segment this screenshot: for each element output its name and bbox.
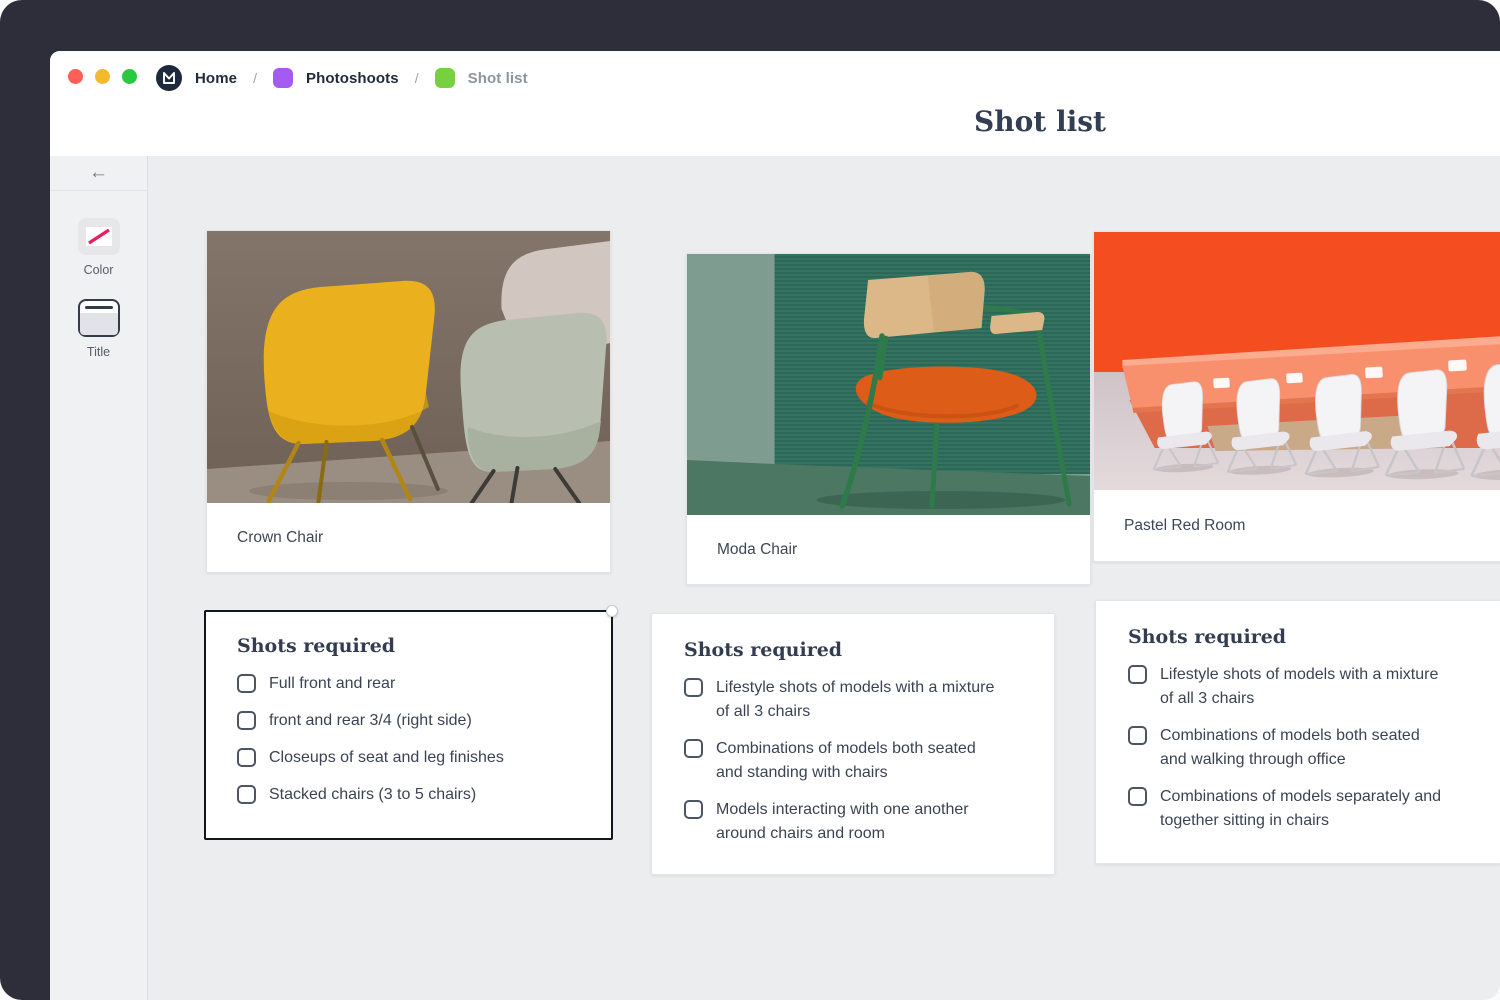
app-window: Home / Photoshoots / Shot list Shot list…	[50, 51, 1500, 1000]
breadcrumb-separator: /	[250, 70, 260, 86]
resize-handle[interactable]	[606, 605, 618, 617]
image-card-caption: Pastel Red Room	[1094, 490, 1500, 561]
checklist-item-label: Combinations of models both seated and s…	[716, 737, 1002, 785]
breadcrumb: Home / Photoshoots / Shot list	[156, 64, 528, 92]
pastel-red-room-photo	[1094, 232, 1500, 490]
checklist-card-moda[interactable]: Shots required Lifestyle shots of models…	[651, 613, 1055, 875]
checklist-item: Closeups of seat and leg finishes	[237, 746, 583, 770]
color-tool-icon	[78, 218, 120, 255]
checklist-title: Shots required	[237, 635, 583, 657]
checklist-item-label: Combinations of models separately and to…	[1160, 785, 1446, 833]
title-tool-icon	[78, 299, 120, 337]
image-card-crown-chair[interactable]: Crown Chair	[206, 230, 611, 573]
breadcrumb-photoshoots[interactable]: Photoshoots	[306, 70, 399, 87]
checkbox-unchecked[interactable]	[684, 800, 703, 819]
image-card-caption: Moda Chair	[687, 515, 1090, 584]
checkbox-unchecked[interactable]	[1128, 665, 1147, 684]
checkbox-unchecked[interactable]	[684, 678, 703, 697]
checklist-item: Full front and rear	[237, 672, 583, 696]
checklist-item: Combinations of models separately and to…	[1128, 785, 1472, 833]
tool-sidebar: ← Color Title	[50, 156, 148, 1000]
board-icon[interactable]	[273, 68, 293, 88]
checklist-title: Shots required	[684, 639, 1026, 661]
breadcrumb-home[interactable]: Home	[195, 70, 237, 87]
checklist-item-label: Full front and rear	[269, 672, 555, 696]
checklist-title: Shots required	[1128, 626, 1472, 648]
minimize-button[interactable]	[95, 69, 110, 84]
checkbox-unchecked[interactable]	[237, 748, 256, 767]
checklist-item: Lifestyle shots of models with a mixture…	[1128, 663, 1472, 711]
zoom-button[interactable]	[122, 69, 137, 84]
checkbox-unchecked[interactable]	[1128, 787, 1147, 806]
checklist-item-label: Closeups of seat and leg finishes	[269, 746, 555, 770]
checkbox-unchecked[interactable]	[1128, 726, 1147, 745]
collapse-sidebar-button[interactable]: ←	[50, 156, 147, 191]
checklist-item: Combinations of models both seated and s…	[684, 737, 1026, 785]
checklist-item: Stacked chairs (3 to 5 chairs)	[237, 783, 583, 807]
checklist-item: Lifestyle shots of models with a mixture…	[684, 676, 1026, 724]
crown-chair-photo	[207, 231, 610, 503]
checkbox-unchecked[interactable]	[237, 674, 256, 693]
color-tool-label: Color	[84, 263, 114, 277]
board-canvas[interactable]: Crown Chair	[148, 156, 1500, 1000]
moda-chair-photo	[687, 254, 1090, 515]
image-card-pastel-red-room[interactable]: Pastel Red Room	[1093, 231, 1500, 562]
board-icon[interactable]	[435, 68, 455, 88]
checkbox-unchecked[interactable]	[684, 739, 703, 758]
breadcrumb-separator: /	[412, 70, 422, 86]
checklist-item-label: Lifestyle shots of models with a mixture…	[716, 676, 1002, 724]
title-tool[interactable]: Title	[50, 299, 147, 359]
image-card-caption: Crown Chair	[207, 503, 610, 572]
image-card-moda-chair[interactable]: Moda Chair	[686, 253, 1091, 585]
checklist-item: Models interacting with one another arou…	[684, 798, 1026, 846]
color-tool[interactable]: Color	[50, 218, 147, 277]
breadcrumb-shot-list: Shot list	[468, 70, 528, 87]
title-tool-label: Title	[87, 345, 110, 359]
traffic-lights	[68, 69, 137, 84]
checklist-item: Combinations of models both seated and w…	[1128, 724, 1472, 772]
checkbox-unchecked[interactable]	[237, 785, 256, 804]
checklist-item-label: Stacked chairs (3 to 5 chairs)	[269, 783, 555, 807]
checklist-card-crown[interactable]: Shots required Full front and rear front…	[204, 610, 613, 840]
milanote-logo-icon[interactable]	[156, 65, 182, 91]
back-arrow-icon: ←	[89, 162, 108, 184]
header-bar: Home / Photoshoots / Shot list Shot list	[50, 51, 1500, 156]
close-button[interactable]	[68, 69, 83, 84]
checklist-item-label: Lifestyle shots of models with a mixture…	[1160, 663, 1446, 711]
checklist-item-label: Combinations of models both seated and w…	[1160, 724, 1446, 772]
checklist-item-label: front and rear 3/4 (right side)	[269, 709, 555, 733]
checklist-item: front and rear 3/4 (right side)	[237, 709, 583, 733]
checklist-card-pastel[interactable]: Shots required Lifestyle shots of models…	[1095, 600, 1500, 864]
checkbox-unchecked[interactable]	[237, 711, 256, 730]
board-title[interactable]: Shot list	[974, 105, 1106, 138]
checklist-item-label: Models interacting with one another arou…	[716, 798, 1002, 846]
